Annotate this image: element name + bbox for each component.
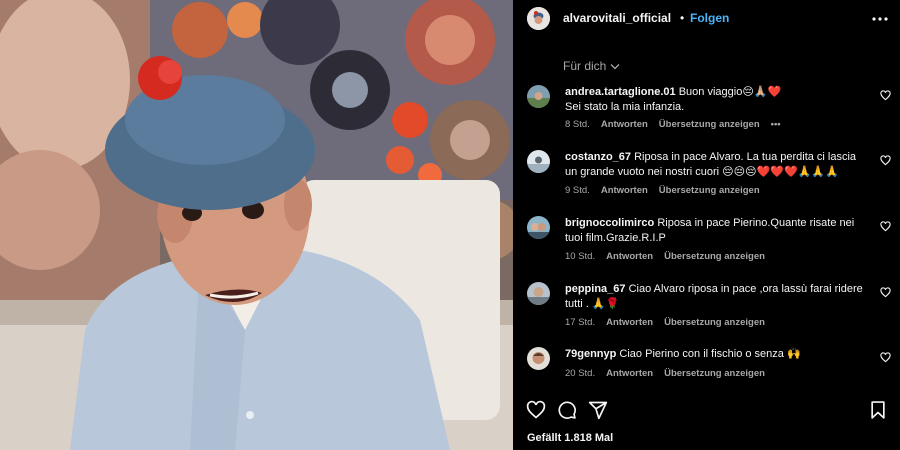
reply-button[interactable]: Antworten: [606, 368, 653, 379]
header-separator: •: [680, 11, 685, 25]
share-icon[interactable]: [588, 400, 608, 420]
comment-time: 20 Std.: [565, 368, 596, 379]
comment-time: 8 Std.: [565, 119, 590, 130]
comment-meta: 17 Std. Antworten Übersetzung anzeigen: [565, 317, 765, 328]
heart-icon[interactable]: [526, 400, 546, 420]
heart-icon[interactable]: [880, 155, 891, 166]
post-side-panel: alvarovitali_official • Folgen Für dich …: [513, 0, 900, 450]
commenter-username[interactable]: brignoccolimirco: [565, 217, 654, 229]
bookmark-icon[interactable]: [868, 400, 888, 420]
reply-button[interactable]: Antworten: [601, 185, 648, 196]
follow-button[interactable]: Folgen: [690, 11, 729, 25]
comment-content-line2: Sei stato la mia infanzia.: [565, 101, 685, 113]
comment-text: 79gennyp Ciao Pierino con il fischio o s…: [565, 347, 865, 362]
comment-text: andrea.tartaglione.01 Buon viaggio😔🙏🏼❤️ …: [565, 85, 865, 115]
reply-button[interactable]: Antworten: [606, 251, 653, 262]
author-avatar[interactable]: [527, 7, 550, 30]
comment-content: Buon viaggio😔🙏🏼❤️: [678, 86, 782, 98]
commenter-avatar[interactable]: [527, 282, 550, 305]
commenter-avatar[interactable]: [527, 150, 550, 173]
comment-time: 9 Std.: [565, 185, 590, 196]
commenter-username[interactable]: peppina_67: [565, 283, 626, 295]
comment-time: 10 Std.: [565, 251, 596, 262]
comment-text: costanzo_67 Riposa in pace Alvaro. La tu…: [565, 150, 865, 180]
post-image[interactable]: [0, 0, 513, 450]
commenter-username[interactable]: andrea.tartaglione.01: [565, 86, 676, 98]
translate-button[interactable]: Übersetzung anzeigen: [664, 251, 765, 262]
post-viewer: alvarovitali_official • Folgen Für dich …: [0, 0, 900, 450]
comment-text: peppina_67 Ciao Alvaro riposa in pace ,o…: [565, 282, 865, 312]
translate-button[interactable]: Übersetzung anzeigen: [664, 317, 765, 328]
likes-count[interactable]: Gefällt 1.818 Mal: [527, 432, 613, 444]
more-options-icon[interactable]: [872, 12, 888, 26]
commenter-avatar[interactable]: [527, 85, 550, 108]
comment-meta: 10 Std. Antworten Übersetzung anzeigen: [565, 251, 765, 262]
sort-label: Für dich: [563, 59, 607, 73]
comment-more-button[interactable]: •••: [771, 119, 781, 130]
comment-text: brignoccolimirco Riposa in pace Pierino.…: [565, 216, 865, 246]
comment-content: Ciao Pierino con il fischio o senza 🙌: [619, 348, 801, 360]
post-action-bar: [513, 398, 900, 422]
comment-time: 17 Std.: [565, 317, 596, 328]
comment-sort-dropdown[interactable]: Für dich: [563, 59, 620, 73]
heart-icon[interactable]: [880, 287, 891, 298]
commenter-avatar[interactable]: [527, 216, 550, 239]
comment-meta: 8 Std. Antworten Übersetzung anzeigen ••…: [565, 119, 781, 130]
author-username[interactable]: alvarovitali_official: [563, 11, 671, 25]
translate-button[interactable]: Übersetzung anzeigen: [659, 119, 760, 130]
commenter-username[interactable]: 79gennyp: [565, 348, 616, 360]
commenter-username[interactable]: costanzo_67: [565, 151, 631, 163]
comment-icon[interactable]: [557, 400, 577, 420]
translate-button[interactable]: Übersetzung anzeigen: [659, 185, 760, 196]
translate-button[interactable]: Übersetzung anzeigen: [664, 368, 765, 379]
reply-button[interactable]: Antworten: [601, 119, 648, 130]
heart-icon[interactable]: [880, 90, 891, 101]
comment-meta: 9 Std. Antworten Übersetzung anzeigen: [565, 185, 760, 196]
reply-button[interactable]: Antworten: [606, 317, 653, 328]
commenter-avatar[interactable]: [527, 347, 550, 370]
post-header: alvarovitali_official • Folgen: [513, 0, 900, 38]
heart-icon[interactable]: [880, 221, 891, 232]
chevron-down-icon: [610, 63, 620, 69]
post-photo: [0, 0, 513, 450]
heart-icon[interactable]: [880, 352, 891, 363]
comment-meta: 20 Std. Antworten Übersetzung anzeigen: [565, 368, 765, 379]
